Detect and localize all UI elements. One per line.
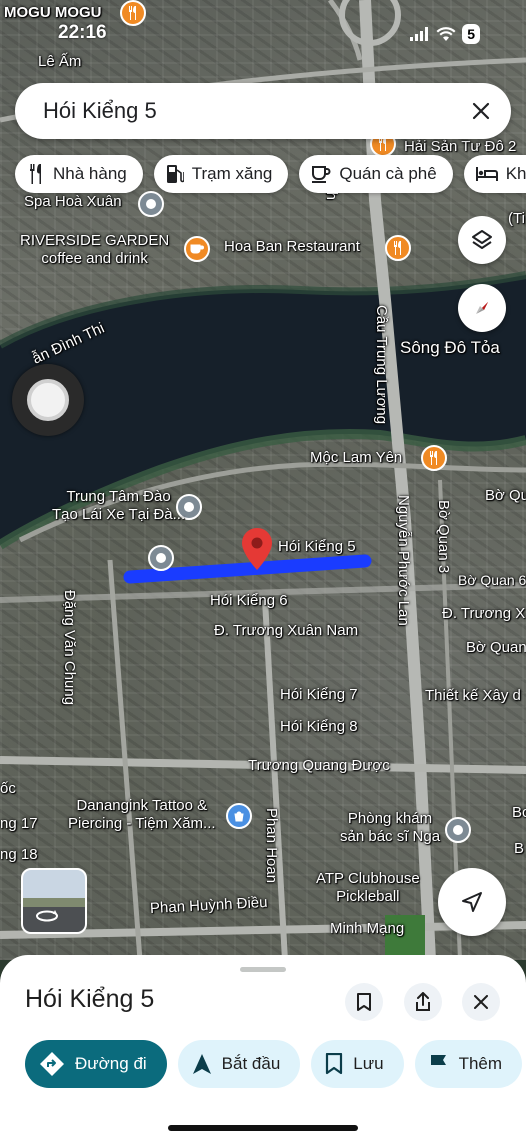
map-label: Lê Ấm (38, 53, 82, 70)
map-label[interactable]: Phòng khám sản bác sĩ Nga (340, 810, 440, 846)
cafe-poi-icon[interactable] (184, 236, 210, 262)
map-label: Nguyễn Phước Lan (395, 495, 412, 626)
map-label[interactable]: Danangink Tattoo & Piercing - Tiệm Xăm..… (68, 797, 216, 833)
gas-station-icon (166, 165, 184, 183)
map-label: ốc (0, 780, 16, 797)
directions-button[interactable]: Đường đi (25, 1040, 167, 1088)
navigation-arrow-icon (192, 1054, 211, 1074)
map-label: Minh Mạng (330, 920, 405, 937)
add-more-button[interactable]: Thêm (414, 1040, 523, 1088)
map-label[interactable]: Hải Sản Tư Đô 2 (404, 138, 516, 156)
map-label[interactable]: RIVERSIDE GARDEN coffee and drink (20, 232, 169, 268)
search-query[interactable]: Hói Kiểng 5 (43, 98, 461, 124)
bed-icon (475, 167, 498, 181)
restaurant-poi-icon[interactable] (421, 445, 447, 471)
share-icon (416, 992, 430, 1011)
chip-label: Quán cà phê (339, 164, 437, 183)
map-label: Bờ Quan 6 (458, 572, 526, 588)
navigation-arrow-icon (462, 892, 482, 912)
close-icon (474, 995, 488, 1009)
start-label: Bắt đầu (221, 1054, 281, 1073)
my-location-button[interactable] (438, 868, 506, 936)
map-label: Hói Kiểng 8 (280, 718, 358, 735)
place-poi-icon[interactable] (148, 545, 174, 571)
directions-icon (40, 1052, 64, 1076)
add-more-label: Thêm (458, 1054, 503, 1073)
battery-icon: 5 (462, 24, 480, 44)
save-label: Lưu (353, 1054, 384, 1073)
map-label: Bờ Quan (466, 639, 526, 656)
map-label: Bờ Quan 3 (435, 500, 452, 574)
wifi-icon (436, 26, 456, 41)
chip-label: Trạm xăng (191, 164, 273, 183)
drag-handle[interactable] (240, 967, 286, 972)
directions-label: Đường đi (75, 1054, 147, 1073)
map-label: Đặng Văn Chung (61, 590, 78, 706)
map-label: Phan Hoan (263, 808, 280, 884)
save-button[interactable]: Lưu (311, 1040, 404, 1088)
map-label: Đ. Trương Xuân Nam (214, 622, 359, 639)
place-poi-icon[interactable] (445, 817, 471, 843)
save-icon-button[interactable] (345, 983, 383, 1021)
map-label[interactable]: Trung Tâm Đào Tạo Lái Xe Tại Đà... (52, 488, 185, 524)
joystick-control[interactable] (12, 364, 84, 436)
restaurant-poi-icon[interactable] (120, 0, 146, 26)
chip-label: Khá (505, 164, 526, 183)
flag-icon (430, 1055, 446, 1074)
bookmark-icon (357, 993, 371, 1011)
map-view[interactable]: MOGU MOGU Lê Ấm Hải Sản Tư Đô 2 Spa Hoà … (0, 0, 526, 960)
map-label: B (514, 840, 525, 857)
place-pin-icon[interactable] (242, 528, 272, 570)
map-label: ng 17 (0, 815, 38, 832)
status-time: 22:16 (58, 22, 107, 43)
chip-cafes[interactable]: Quán cà phê (299, 155, 453, 193)
street-view-thumbnail[interactable] (21, 868, 87, 934)
map-label: Bờ Qu (485, 487, 526, 504)
map-label[interactable]: Hói Kiểng 5 (278, 538, 356, 556)
map-label: Sông Đô Tỏa (400, 338, 500, 357)
restaurant-poi-icon[interactable] (385, 235, 411, 261)
chip-hotels[interactable]: Khá (463, 155, 526, 193)
chip-restaurants[interactable]: Nhà hàng (15, 155, 143, 193)
map-label[interactable]: Hoa Ban Restaurant (224, 238, 360, 256)
place-poi-icon[interactable] (138, 191, 164, 217)
map-label: (Ti (508, 210, 525, 227)
close-icon[interactable] (461, 91, 501, 131)
joystick-knob[interactable] (27, 379, 69, 421)
search-bar[interactable]: Hói Kiểng 5 (15, 83, 511, 139)
map-label: Trương Quang Được (248, 757, 390, 774)
map-label[interactable]: Mộc Lam Yên (310, 449, 402, 467)
coffee-cup-icon (312, 166, 331, 183)
compass-button[interactable] (458, 284, 506, 332)
map-label: Cầu Trung Lương (373, 305, 390, 425)
layers-icon (472, 230, 492, 249)
share-button[interactable] (404, 983, 442, 1021)
map-label: Bo (512, 804, 526, 821)
status-icons: 5 (410, 24, 480, 44)
place-title: Hói Kiểng 5 (25, 985, 155, 1013)
map-label: ng 18 (0, 846, 38, 863)
start-button[interactable]: Bắt đầu (177, 1040, 301, 1088)
close-sheet-button[interactable] (462, 983, 500, 1021)
map-label[interactable]: Spa Hoà Xuân (24, 193, 122, 211)
map-label[interactable]: ATP Clubhouse Pickleball (316, 870, 420, 906)
shopping-poi-icon[interactable] (226, 803, 252, 829)
rotate-360-icon (36, 910, 58, 922)
action-buttons: Đường đi Bắt đầu Lưu Thêm (25, 1040, 523, 1088)
bookmark-icon (326, 1053, 343, 1075)
category-chips: Nhà hàng Trạm xăng Quán cà phê Khá (15, 155, 526, 193)
place-bottom-sheet: Hói Kiểng 5 Đường đi Bắt đầu Lưu Thêm (0, 955, 526, 1140)
home-indicator[interactable] (168, 1125, 358, 1131)
chip-gas-stations[interactable]: Trạm xăng (153, 155, 289, 193)
fork-knife-icon (30, 164, 41, 184)
map-label[interactable]: MOGU MOGU (4, 4, 102, 22)
map-label[interactable]: Thiết kế Xây d (425, 687, 521, 705)
map-label: Hói Kiểng 7 (280, 686, 358, 703)
compass-icon (476, 302, 488, 314)
map-label: Hói Kiểng 6 (210, 592, 288, 609)
signal-icon (410, 27, 429, 41)
chip-label: Nhà hàng (53, 164, 127, 183)
layers-button[interactable] (458, 216, 506, 264)
map-label: Đ. Trương X (442, 605, 526, 622)
